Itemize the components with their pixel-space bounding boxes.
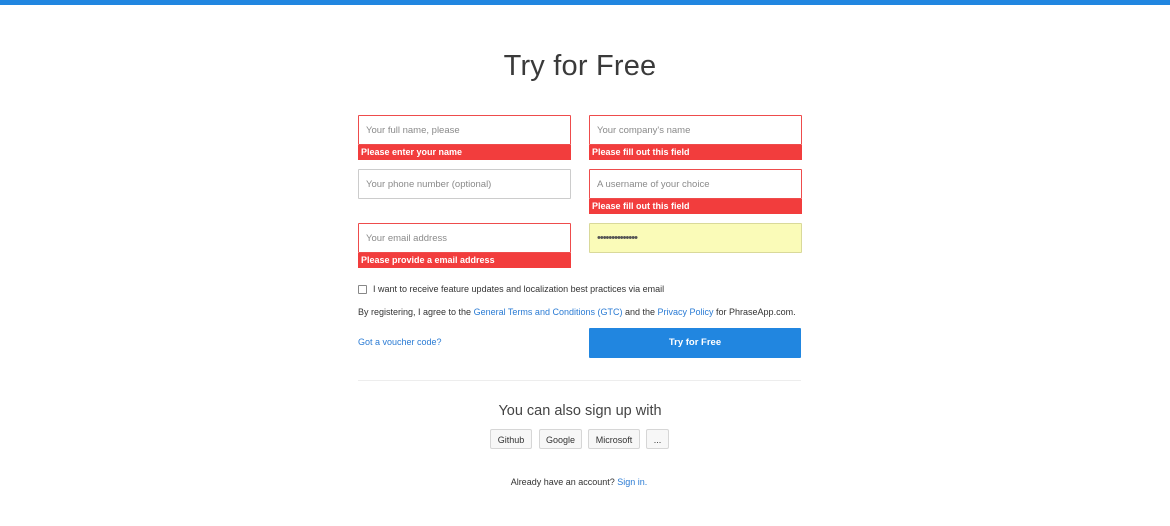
alt-signup-heading: You can also sign up with xyxy=(498,403,662,419)
newsletter-label: I want to receive feature updates and lo… xyxy=(373,284,665,294)
company-input[interactable] xyxy=(589,115,802,145)
google-signup-button[interactable]: Google xyxy=(539,429,582,449)
terms-suffix: for PhraseApp.com. xyxy=(713,307,796,317)
privacy-policy-link[interactable]: Privacy Policy xyxy=(658,307,714,317)
username-input[interactable] xyxy=(589,169,802,199)
full-name-error: Please enter your name xyxy=(358,145,571,160)
company-group: Please fill out this field xyxy=(589,115,802,160)
terms-middle: and the xyxy=(622,307,658,317)
try-for-free-button[interactable]: Try for Free xyxy=(589,328,801,358)
more-providers-button[interactable]: ... xyxy=(646,429,669,449)
gtc-link[interactable]: General Terms and Conditions (GTC) xyxy=(474,307,623,317)
password-input[interactable] xyxy=(589,223,802,253)
newsletter-option: I want to receive feature updates and lo… xyxy=(358,284,664,294)
username-error: Please fill out this field xyxy=(589,199,802,214)
terms-prefix: By registering, I agree to the xyxy=(358,307,474,317)
divider xyxy=(358,380,801,381)
full-name-group: Please enter your name xyxy=(358,115,571,160)
full-name-input[interactable] xyxy=(358,115,571,145)
top-accent-bar xyxy=(0,0,1170,5)
page-title: Try for Free xyxy=(503,50,657,82)
terms-text: By registering, I agree to the General T… xyxy=(358,307,796,317)
signin-link[interactable]: Sign in. xyxy=(617,477,647,487)
company-error: Please fill out this field xyxy=(589,145,802,160)
password-group xyxy=(589,223,802,253)
email-input[interactable] xyxy=(358,223,571,253)
phone-group xyxy=(358,169,571,199)
email-group: Please provide a email address xyxy=(358,223,571,268)
email-error: Please provide a email address xyxy=(358,253,571,268)
username-group: Please fill out this field xyxy=(589,169,802,214)
phone-input[interactable] xyxy=(358,169,571,199)
signin-row: Already have an account? Sign in. xyxy=(0,477,1158,487)
voucher-code-link[interactable]: Got a voucher code? xyxy=(358,337,442,347)
microsoft-signup-button[interactable]: Microsoft xyxy=(588,429,640,449)
newsletter-checkbox[interactable] xyxy=(358,284,367,294)
github-signup-button[interactable]: Github xyxy=(490,429,532,449)
signin-prompt: Already have an account? xyxy=(510,477,618,487)
